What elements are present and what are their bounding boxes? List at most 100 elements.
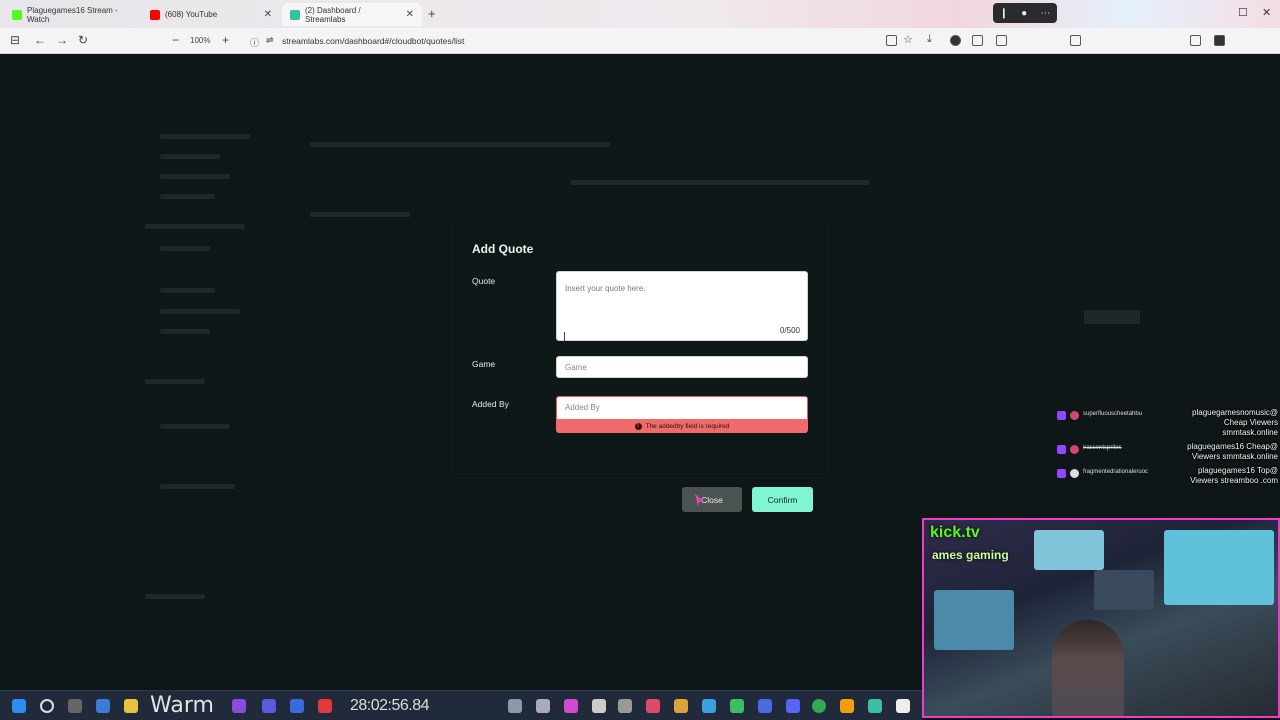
modal-title: Add Quote [472,242,534,256]
pause-icon[interactable]: ❙ [1000,8,1008,19]
tab-label: (2) Dashboard / Streamlabs [305,5,361,24]
forward-icon[interactable]: → [56,33,68,47]
close-window-icon[interactable]: ✕ [1262,6,1271,19]
tab-youtube[interactable]: (608) YouTube ✕ [142,3,280,26]
extensions-icon[interactable] [972,35,983,46]
chat-text: plaguegames16 Top@ Viewers streamboo .co… [1190,466,1278,485]
chat-message: fragmentedrationaleruoc plaguegames16 To… [1055,466,1280,488]
profile-icon[interactable] [1214,35,1225,46]
start-icon[interactable] [12,699,26,713]
quote-label: Quote [472,276,496,286]
taskbar: Warm 28:02:56.84 [0,690,922,720]
screenshot-icon[interactable] [996,35,1007,46]
site-settings-icon[interactable]: ⇌ [266,35,274,46]
app-icon[interactable] [730,699,744,713]
added-by-error: ! The addedby field is required [556,419,808,433]
app-icon[interactable] [758,699,772,713]
ghost-line [160,288,215,293]
app-icon[interactable] [262,699,276,713]
app-icon[interactable] [536,699,550,713]
zoom-out-icon[interactable]: − [172,33,179,47]
avatar-icon [1070,411,1079,420]
ghost-line [570,180,870,185]
ghost-line [160,309,240,314]
new-tab-button[interactable]: + [428,6,436,21]
media-controls[interactable]: ❙ ● ⋯ [993,3,1057,23]
app-icon[interactable] [592,699,606,713]
back-icon[interactable]: ← [34,33,46,47]
game-input[interactable]: Game [556,356,808,378]
monitor [1034,530,1104,570]
weather-text: Warm [150,693,214,718]
app-icon[interactable] [646,699,660,713]
confirm-button[interactable]: Confirm [752,487,813,512]
ghost-line [145,379,205,384]
app-icon[interactable] [564,699,578,713]
error-icon: ! [634,422,642,430]
vlc-icon[interactable] [840,699,854,713]
app-icon[interactable] [674,699,688,713]
task-view-icon[interactable] [68,699,82,713]
error-text: The addedby field is required [645,422,730,430]
maximize-icon[interactable]: ☐ [1238,6,1248,19]
ghost-line [160,424,230,429]
kick-icon [12,9,22,20]
download-icon[interactable]: ⤓ [927,33,932,46]
bookmark-icon[interactable]: ☆ [903,33,913,46]
text-caret [564,332,565,341]
chrome-icon[interactable] [812,699,826,713]
chat-message: superfluouscheetahbu plaguegamesnomusic@… [1055,408,1280,437]
address-bar: ⊟ ← → ↻ − 100% + ⓘ ⇌ streamlabs.com/dash… [0,28,1280,54]
ghost-line [160,194,215,199]
url-field[interactable]: streamlabs.com/dashboard#/cloudbot/quote… [282,36,464,46]
added-by-placeholder: Added By [565,403,600,412]
zoom-in-icon[interactable]: + [222,33,229,47]
added-by-label: Added By [472,399,509,409]
reload-icon[interactable]: ↻ [78,33,88,47]
kick-overlay-text: kick.tv [930,524,980,541]
streamlabs-icon [290,9,300,20]
discord-icon[interactable] [786,699,800,713]
ghost-line [160,329,210,334]
games-overlay-text: ames gaming [932,548,1009,562]
volume-icon[interactable] [1190,35,1201,46]
mic-icon[interactable]: ● [1021,8,1027,19]
quote-textarea[interactable]: Insert your quote here. 0/500 [556,271,808,341]
game-placeholder: Game [565,363,587,372]
more-icon[interactable]: ⋯ [1040,8,1050,19]
close-tab-icon[interactable]: ✕ [406,9,414,20]
youtube-icon [150,9,160,20]
mail-icon[interactable] [124,699,138,713]
camera-icon[interactable] [1070,35,1081,46]
app-icon[interactable] [702,699,716,713]
search-icon[interactable] [40,699,54,713]
close-button[interactable]: Close [682,487,742,512]
app-icon[interactable] [290,699,304,713]
close-tab-icon[interactable]: ✕ [264,9,272,20]
app-icon[interactable] [232,699,246,713]
tab-kick[interactable]: Plaguegames16 Stream - Watch [4,3,142,26]
app-icon[interactable] [618,699,632,713]
monitor [1164,530,1274,605]
settings-icon[interactable] [508,699,522,713]
notes-icon[interactable] [896,699,910,713]
app-icon[interactable] [318,699,332,713]
zoom-level: 100% [190,36,211,45]
added-by-input[interactable]: Added By [556,396,808,419]
ghost-line [160,484,235,489]
ghost-line [310,142,610,147]
ghost-line [160,174,230,179]
extension-icon[interactable] [950,35,961,46]
ghost-line [145,594,205,599]
sidebar-toggle-icon[interactable]: ⊟ [10,33,20,47]
tab-streamlabs[interactable]: (2) Dashboard / Streamlabs ✕ [282,3,422,26]
app-icon[interactable] [868,699,882,713]
twitch-icon [1057,469,1066,478]
ghost-line [160,134,250,139]
chat-text: plaguegamesnomusic@ Cheap Viewers smmtas… [1192,408,1278,437]
info-icon[interactable]: ⓘ [250,36,259,49]
browser-app-icon[interactable] [96,699,110,713]
install-icon[interactable] [886,35,897,46]
character-counter: 0/500 [779,326,800,335]
game-label: Game [472,359,496,369]
